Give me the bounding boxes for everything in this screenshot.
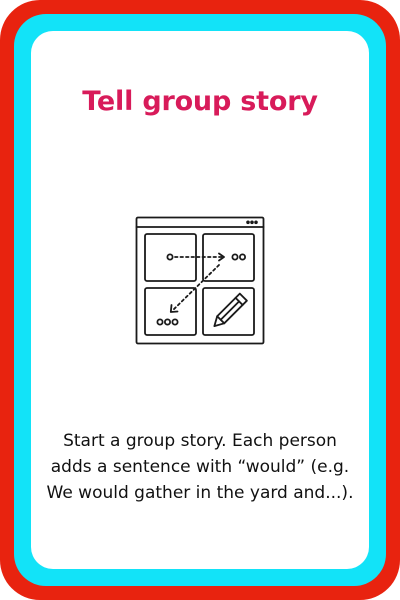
storyboard-icon xyxy=(135,216,265,346)
card-title: Tell group story xyxy=(82,86,318,117)
card-instructions: Start a group story. Each person adds a … xyxy=(46,431,354,503)
